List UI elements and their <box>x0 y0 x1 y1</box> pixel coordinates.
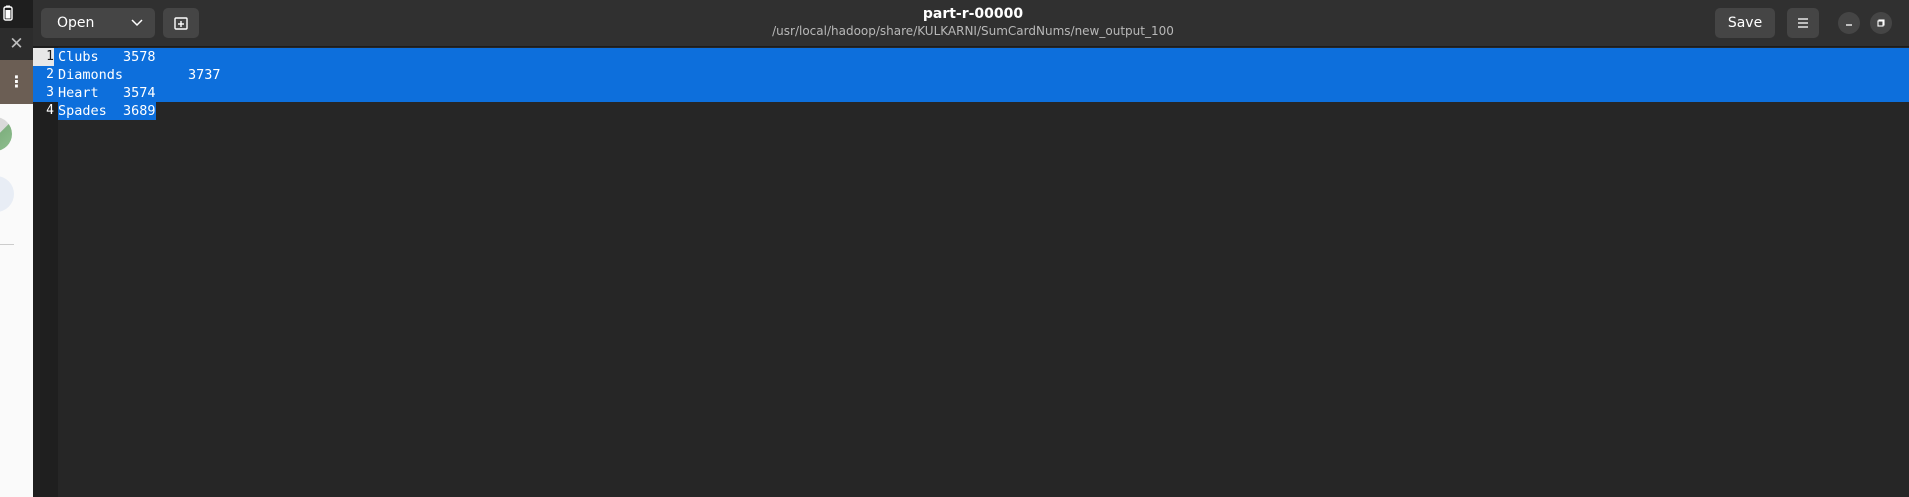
open-button-label: Open <box>57 15 95 31</box>
headerbar: Open part-r-00000 /usr/local/hadoop/shar… <box>33 0 1909 47</box>
line-text[interactable]: Diamonds 3737 <box>58 66 221 84</box>
maximize-icon <box>1877 19 1885 27</box>
editor-line[interactable]: 3 Heart 3574 <box>33 84 1909 102</box>
maximize-button[interactable] <box>1870 12 1892 34</box>
editor-line[interactable]: 2 Diamonds 3737 <box>33 66 1909 84</box>
chevron-down-icon <box>131 19 143 27</box>
line-number: 4 <box>46 103 54 118</box>
save-button[interactable]: Save <box>1715 8 1775 38</box>
background-window-strip: ✕ ⋮ <box>0 0 33 497</box>
divider <box>0 244 14 245</box>
document-path: /usr/local/hadoop/share/KULKARNI/SumCard… <box>772 24 1174 38</box>
app-window: ✕ ⋮ Open part-r-00000 /usr/local/hadoop/… <box>0 0 1909 497</box>
open-button[interactable]: Open <box>41 8 155 38</box>
editor-line[interactable]: 1 Clubs 3578 <box>33 48 1909 66</box>
line-number: 1 <box>33 48 54 66</box>
save-button-label: Save <box>1727 15 1763 31</box>
editor-line[interactable]: 4 Spades 3689 <box>33 102 1909 120</box>
text-editor[interactable]: 1 Clubs 3578 2 Diamonds 3737 3 Heart 357… <box>33 47 1909 497</box>
line-text[interactable]: Clubs 3578 <box>58 48 156 66</box>
battery-icon <box>3 5 13 21</box>
line-number: 2 <box>46 67 54 82</box>
close-icon[interactable]: ✕ <box>0 28 33 60</box>
line-text[interactable]: Spades 3689 <box>58 102 156 120</box>
hamburger-icon <box>1798 18 1808 28</box>
minimize-button[interactable] <box>1838 12 1860 34</box>
title-area: part-r-00000 /usr/local/hadoop/share/KUL… <box>593 6 1353 39</box>
document-title: part-r-00000 <box>922 6 1024 22</box>
circle-button[interactable] <box>0 176 14 212</box>
kebab-menu-icon[interactable]: ⋮ <box>0 60 33 104</box>
new-tab-button[interactable] <box>163 8 199 38</box>
top-bar-sliver <box>0 0 33 28</box>
minimize-icon <box>1846 24 1852 26</box>
line-number: 3 <box>46 85 54 100</box>
new-tab-icon <box>174 17 188 30</box>
avatar[interactable] <box>0 117 12 151</box>
main-menu-button[interactable] <box>1787 8 1819 38</box>
line-text[interactable]: Heart 3574 <box>58 84 156 102</box>
